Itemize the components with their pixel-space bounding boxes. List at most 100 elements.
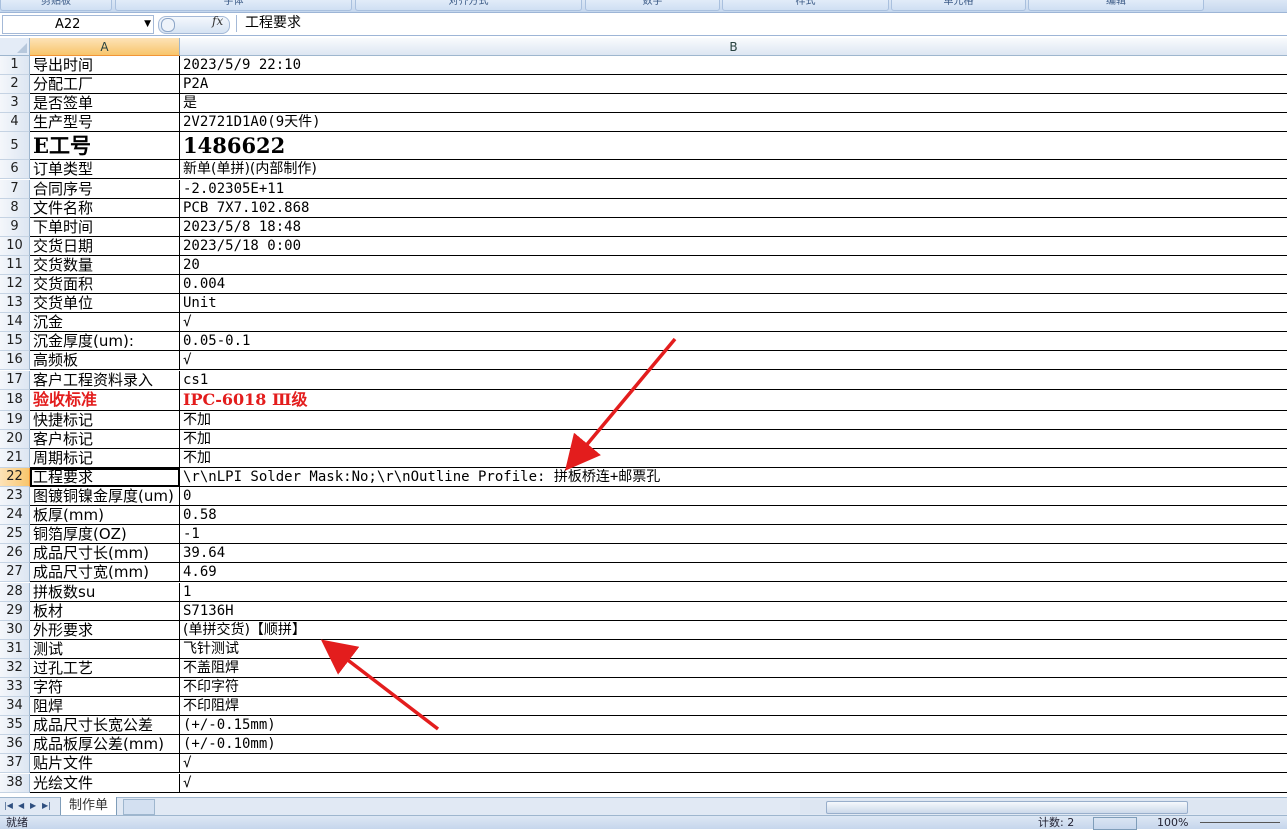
- zoom-level[interactable]: 100%: [1157, 816, 1188, 829]
- cell-a[interactable]: 外形要求: [30, 620, 180, 640]
- function-icon[interactable]: fx: [212, 14, 223, 28]
- cell-a[interactable]: 交货日期: [30, 236, 180, 256]
- row-header[interactable]: 4: [0, 113, 30, 133]
- cell-b[interactable]: 飞针测试: [180, 640, 1287, 659]
- cell-a[interactable]: 光绘文件: [30, 773, 180, 793]
- cell-b[interactable]: 2023/5/9 22:10: [180, 56, 1287, 76]
- cell-b[interactable]: 不盖阻焊: [180, 659, 1287, 678]
- cell-a[interactable]: 周期标记: [30, 448, 180, 468]
- row-header[interactable]: 14: [0, 313, 30, 333]
- cell-a[interactable]: 是否签单: [30, 94, 180, 114]
- row-header[interactable]: 27: [0, 563, 30, 583]
- name-box[interactable]: A22 ▼: [2, 15, 154, 34]
- row-header[interactable]: 21: [0, 448, 30, 468]
- row-header[interactable]: 33: [0, 678, 30, 698]
- ribbon-group-number[interactable]: 数字: [585, 0, 720, 11]
- cell-a[interactable]: E工号: [30, 132, 180, 161]
- cell-b[interactable]: 0.05-0.1: [180, 332, 1287, 352]
- scrollbar-thumb[interactable]: [826, 801, 1188, 814]
- cell-b[interactable]: 1486622: [180, 132, 1287, 161]
- prev-sheet-icon[interactable]: ◀: [18, 801, 24, 810]
- ribbon-group-cells[interactable]: 单元格: [891, 0, 1026, 11]
- cell-a[interactable]: 分配工厂: [30, 75, 180, 95]
- row-header[interactable]: 23: [0, 487, 30, 507]
- cell-a[interactable]: 下单时间: [30, 217, 180, 237]
- row-header[interactable]: 6: [0, 160, 30, 180]
- cell-b[interactable]: Unit: [180, 294, 1287, 314]
- cell-a[interactable]: 成品尺寸宽(mm): [30, 563, 180, 583]
- cell-a[interactable]: 客户工程资料录入: [30, 370, 180, 390]
- ribbon-group-editing[interactable]: 编辑: [1028, 0, 1204, 11]
- row-header[interactable]: 25: [0, 525, 30, 545]
- cell-b[interactable]: 0: [180, 487, 1287, 507]
- cell-b[interactable]: -2.02305E+11: [180, 180, 1287, 199]
- cell-a[interactable]: 交货数量: [30, 255, 180, 275]
- cell-a[interactable]: 板材: [30, 601, 180, 621]
- cell-b[interactable]: \r\nLPI Solder Mask:No;\r\nOutline Profi…: [180, 468, 1287, 487]
- cell-b[interactable]: 0.58: [180, 506, 1287, 526]
- cell-a[interactable]: 工程要求: [30, 467, 180, 487]
- row-header[interactable]: 24: [0, 506, 30, 526]
- row-header[interactable]: 10: [0, 236, 30, 256]
- cell-a[interactable]: 交货单位: [30, 294, 180, 314]
- cell-b[interactable]: 不加: [180, 430, 1287, 449]
- cell-b[interactable]: √: [180, 313, 1287, 333]
- row-header[interactable]: 31: [0, 639, 30, 659]
- row-header[interactable]: 1: [0, 56, 30, 76]
- cell-b[interactable]: PCB 7X7.102.868: [180, 199, 1287, 218]
- cell-a[interactable]: 交货面积: [30, 275, 180, 295]
- row-header[interactable]: 38: [0, 773, 30, 793]
- row-header[interactable]: 32: [0, 658, 30, 678]
- row-header[interactable]: 3: [0, 94, 30, 114]
- insert-sheet-icon[interactable]: [123, 799, 155, 815]
- cell-a[interactable]: 成品板厚公差(mm): [30, 735, 180, 755]
- cell-a[interactable]: 字符: [30, 678, 180, 698]
- row-header[interactable]: 16: [0, 351, 30, 371]
- cell-a[interactable]: 沉金: [30, 313, 180, 333]
- cell-a[interactable]: 订单类型: [30, 160, 180, 180]
- first-sheet-icon[interactable]: |◀: [4, 801, 13, 810]
- cell-a[interactable]: 沉金厚度(um):: [30, 332, 180, 352]
- cell-b[interactable]: √: [180, 754, 1287, 774]
- cell-b[interactable]: (+/-0.15mm): [180, 716, 1287, 736]
- last-sheet-icon[interactable]: ▶|: [42, 801, 51, 810]
- cell-b[interactable]: cs1: [180, 371, 1287, 390]
- row-header[interactable]: 20: [0, 429, 30, 449]
- row-header[interactable]: 28: [0, 582, 30, 602]
- cell-a[interactable]: 拼板数su: [30, 582, 180, 602]
- zoom-slider[interactable]: [1200, 822, 1280, 823]
- row-header[interactable]: 12: [0, 275, 30, 295]
- row-header[interactable]: 22: [0, 467, 30, 487]
- row-header[interactable]: 9: [0, 217, 30, 237]
- cell-a[interactable]: 成品尺寸长(mm): [30, 544, 180, 564]
- row-header[interactable]: 15: [0, 332, 30, 352]
- cell-b[interactable]: √: [180, 351, 1287, 371]
- cell-b[interactable]: 1: [180, 583, 1287, 602]
- view-buttons[interactable]: [1093, 817, 1137, 830]
- cell-a[interactable]: 板厚(mm): [30, 506, 180, 526]
- cell-b[interactable]: 不印阻焊: [180, 697, 1287, 717]
- row-header[interactable]: 7: [0, 179, 30, 199]
- formula-input[interactable]: 工程要求: [236, 15, 1287, 32]
- cell-a[interactable]: 过孔工艺: [30, 658, 180, 678]
- cell-b[interactable]: 新单(单拼)(内部制作): [180, 160, 1287, 180]
- ribbon-group-clipboard[interactable]: 剪贴板: [0, 0, 112, 11]
- row-header[interactable]: 19: [0, 410, 30, 430]
- cell-b[interactable]: P2A: [180, 75, 1287, 95]
- row-header[interactable]: 30: [0, 620, 30, 640]
- row-header[interactable]: 5: [0, 132, 30, 161]
- cell-b[interactable]: 是: [180, 94, 1287, 114]
- cell-a[interactable]: 贴片文件: [30, 754, 180, 774]
- cell-a[interactable]: 图镀铜镍金厚度(um): [30, 487, 180, 507]
- cell-a[interactable]: 客户标记: [30, 429, 180, 449]
- cell-a[interactable]: 生产型号: [30, 113, 180, 133]
- ribbon-group-styles[interactable]: 样式: [722, 0, 889, 11]
- cell-b[interactable]: 不加: [180, 411, 1287, 430]
- cell-b[interactable]: (+/-0.10mm): [180, 735, 1287, 755]
- cell-b[interactable]: 不加: [180, 449, 1287, 468]
- row-header[interactable]: 2: [0, 75, 30, 95]
- row-header[interactable]: 26: [0, 544, 30, 564]
- next-sheet-icon[interactable]: ▶: [30, 801, 36, 810]
- row-header[interactable]: 17: [0, 370, 30, 390]
- cell-a[interactable]: 铜箔厚度(OZ): [30, 525, 180, 545]
